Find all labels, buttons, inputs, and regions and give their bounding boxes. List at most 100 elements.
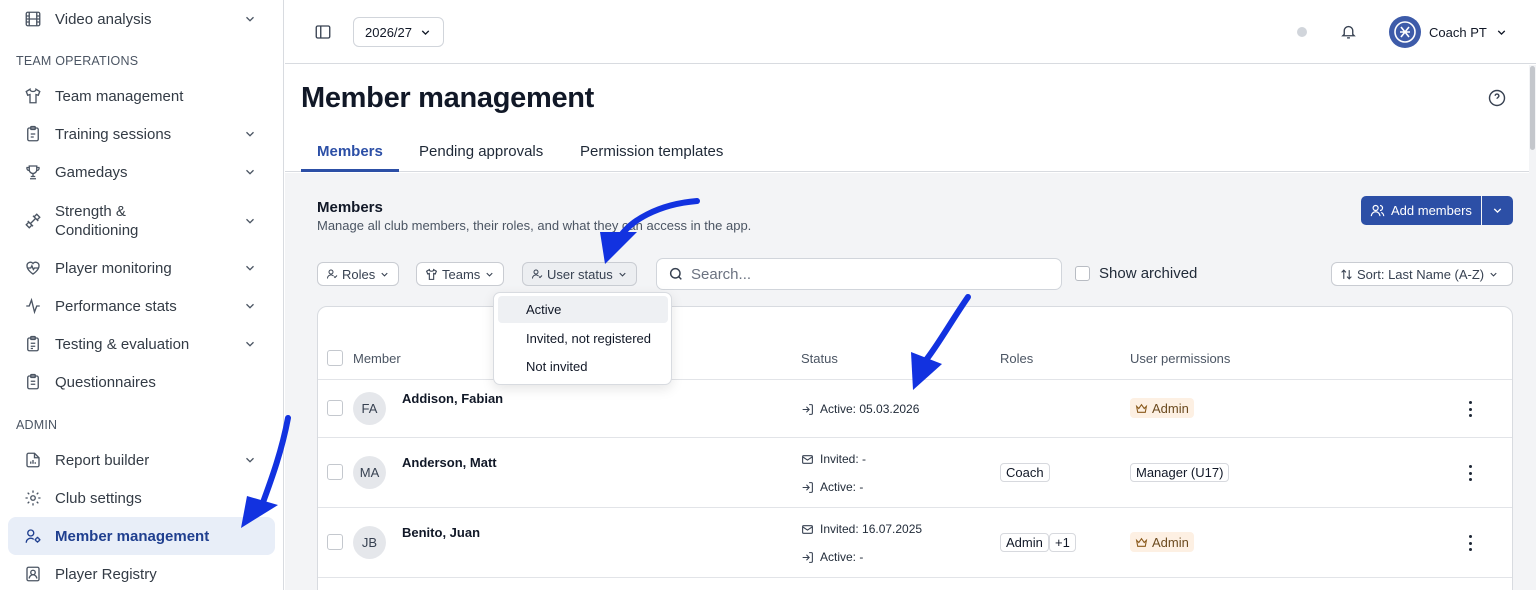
teams-filter[interactable]: Teams [416,262,505,286]
sidebar-item-player-registry[interactable]: Player Registry [8,555,275,590]
sidebar-item-video-analysis[interactable]: Video analysis [8,0,275,38]
clipboard-icon [27,125,39,142]
tab-pending-approvals[interactable]: Pending approvals [419,143,543,160]
tab-permission-templates[interactable]: Permission templates [580,143,723,160]
status-active: Active: - [801,550,863,564]
notifications-button[interactable] [1340,23,1357,40]
roles-filter[interactable]: Roles [317,262,400,286]
heart-pulse-icon [26,261,40,275]
row-checkbox[interactable] [327,534,343,550]
gear-icon [25,490,41,506]
member-name[interactable]: Benito, Juan [402,525,480,540]
season-value: 2026/27 [365,24,412,40]
status-option-not-invited[interactable]: Not invited [498,353,668,380]
help-circle-icon [1488,89,1506,107]
sidebar-item-member-management[interactable]: Member management [8,517,275,555]
roles-filter-label: Roles [342,266,376,282]
chevron-down-icon [1497,29,1506,35]
season-select[interactable]: 2026/27 [353,17,444,47]
status-text: Active: - [820,550,864,564]
sidebar-toggle-button[interactable] [314,23,332,41]
chevron-down-icon [246,131,254,137]
search-field[interactable] [656,258,1062,290]
add-members-button[interactable]: Add members [1361,196,1481,225]
sidebar-item-questionnaires[interactable]: Questionnaires [8,363,275,401]
crown-icon [1135,537,1148,547]
sidebar-item-label: Player Registry [55,565,157,583]
chevron-down-icon [246,218,254,224]
user-tag-icon [326,269,338,279]
scrollbar-thumb[interactable] [1530,66,1535,150]
show-archived-checkbox[interactable] [1075,266,1090,281]
row-checkbox[interactable] [327,464,343,480]
show-archived-label: Show archived [1099,265,1198,282]
chevron-down-icon [246,265,254,271]
sidebar-item-label: Training sessions [55,125,172,143]
user-check-icon [531,269,543,279]
page-title: Member management [301,82,595,114]
status-option-active[interactable]: Active [498,296,668,323]
sidebar-item-training-sessions[interactable]: Training sessions [8,115,275,153]
sidebar-item-team-management[interactable]: Team management [8,77,275,115]
dumbbell-icon [25,213,41,229]
chevron-down-icon [246,303,254,309]
club-logo-avatar [1389,16,1421,48]
search-input[interactable] [691,265,1041,283]
status-option-invited-not-registered[interactable]: Invited, not registered [498,325,668,352]
chevron-down-icon [246,341,254,347]
column-header-status[interactable]: Status [801,351,838,366]
chevron-down-icon [246,16,254,22]
avatar: JB [353,526,386,559]
members-section-title: Members [317,199,383,216]
tab-members[interactable]: Members [317,143,383,160]
user-name: Coach PT [1429,24,1487,40]
member-name[interactable]: Addison, Fabian [402,391,503,406]
users-icon [1370,204,1385,217]
sidebar-item-report-builder[interactable]: Report builder [8,441,275,479]
row-actions-button[interactable] [1464,535,1476,551]
add-members-label: Add members [1391,203,1472,218]
sidebar-item-performance-stats[interactable]: Performance stats [8,287,275,325]
chevron-down-icon [1493,208,1502,214]
status-text: Invited: 16.07.2025 [820,522,923,536]
show-archived-toggle[interactable]: Show archived [1075,265,1197,282]
user-status-filter[interactable]: User status [522,262,637,286]
sidebar-item-gamedays[interactable]: Gamedays [8,153,275,191]
members-section-description: Manage all club members, their roles, an… [317,218,752,233]
activity-icon [26,297,40,315]
sidebar-item-label: Gamedays [55,163,128,181]
chevron-down-icon [619,272,626,277]
sidebar-item-club-settings[interactable]: Club settings [8,479,275,517]
add-members-options-button[interactable] [1482,196,1513,225]
trophy-icon [26,165,40,180]
bell-icon [1341,25,1356,39]
log-in-icon [802,403,813,415]
sidebar-item-player-monitoring[interactable]: Player monitoring [8,249,275,287]
column-header-roles[interactable]: Roles [1000,351,1033,366]
row-checkbox[interactable] [327,400,343,416]
sort-select[interactable]: Sort: Last Name (A-Z) [1331,262,1513,286]
role-more-tag[interactable]: +1 [1049,533,1076,552]
sidebar-item-testing-evaluation[interactable]: Testing & evaluation [8,325,275,363]
page-header: Member management Members Pending approv… [285,65,1529,172]
sidebar-item-label: Questionnaires [55,373,156,391]
status-text: Invited: - [820,452,867,466]
column-header-member[interactable]: Member [353,351,401,366]
crown-icon [1135,403,1148,413]
status-active: Active: 05.03.2026 [801,402,919,416]
sidebar-item-label: Report builder [55,451,150,469]
member-name[interactable]: Anderson, Matt [402,455,497,470]
permission-tag: Manager (U17) [1130,463,1230,482]
select-all-checkbox[interactable] [327,350,343,366]
log-in-icon [802,551,813,563]
admin-permission-badge: Admin [1130,532,1194,552]
user-menu[interactable]: Coach PT [1389,16,1508,48]
chevron-down-icon [246,457,254,463]
row-actions-button[interactable] [1464,465,1476,481]
help-button[interactable] [1488,89,1506,107]
sidebar-item-strength-conditioning[interactable]: Strength & Conditioning [8,201,275,241]
user-status-dropdown: Active Invited, not registered Not invit… [493,292,672,385]
chevron-down-icon [486,272,493,277]
row-actions-button[interactable] [1464,401,1476,417]
column-header-user-permissions[interactable]: User permissions [1130,351,1230,366]
